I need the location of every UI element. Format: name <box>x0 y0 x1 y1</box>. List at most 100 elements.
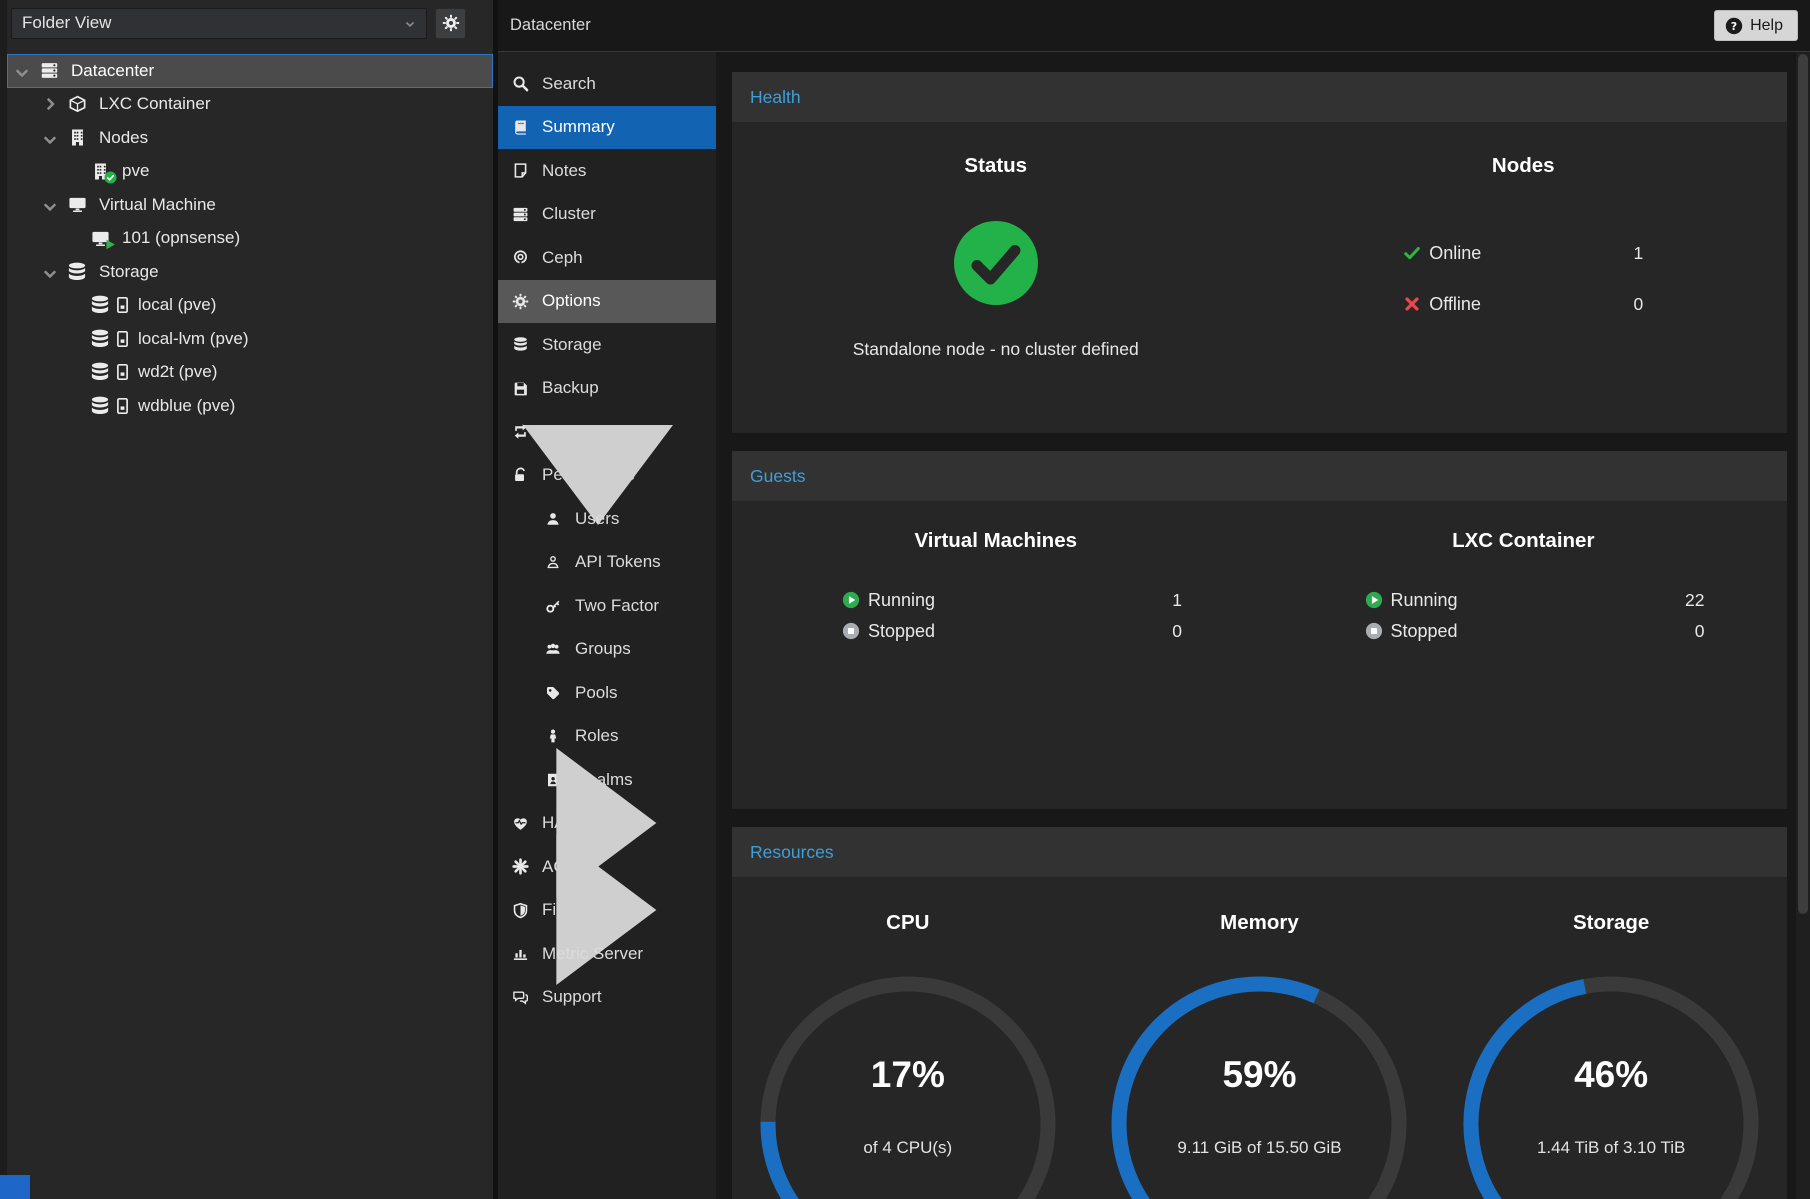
menu-item-permissions[interactable]: Permissions <box>498 454 716 498</box>
right-region: Datacenter ? Help SearchSummaryNotesClus… <box>498 0 1810 1199</box>
content-area: Health Status Standalone node - no clust… <box>716 52 1810 1199</box>
tree-item-label: local-lvm (pve) <box>138 329 249 349</box>
tree-item-label: Storage <box>99 262 159 282</box>
users-icon <box>543 640 563 658</box>
guests-panel-body: Virtual MachinesRunning1Stopped0LXC Cont… <box>732 501 1787 809</box>
gear-icon <box>442 14 460 32</box>
tree-item-nodes[interactable]: Nodes <box>7 121 493 155</box>
menu-item-groups[interactable]: Groups <box>498 628 716 672</box>
play-circle-icon <box>842 591 860 609</box>
expander-down-icon[interactable] <box>13 62 31 80</box>
cube-icon <box>63 95 91 114</box>
storage-icon <box>86 328 114 350</box>
menu-item-metric-server[interactable]: Metric Server <box>498 932 716 976</box>
database-icon <box>89 361 111 383</box>
menu-item-label: Ceph <box>542 248 583 268</box>
note-icon <box>510 162 530 180</box>
gauge-percent: 46% <box>1456 1054 1766 1096</box>
menu-item-support[interactable]: Support <box>498 976 716 1020</box>
database-icon <box>63 261 91 283</box>
stop-circle-icon <box>1365 622 1383 640</box>
guest-row-running: Running1 <box>842 587 1182 613</box>
tree-item-wd2t-pve[interactable]: wd2t (pve) <box>7 356 493 390</box>
guest-state-value: 1 <box>1172 590 1182 611</box>
health-panel: Health Status Standalone node - no clust… <box>732 72 1787 433</box>
menu-item-label: Two Factor <box>575 596 659 616</box>
guest-state-label: Running <box>1391 590 1458 611</box>
guests-panel-title: Guests <box>750 466 805 487</box>
gauge-cpu: CPU17%of 4 CPU(s) <box>732 877 1084 1199</box>
guests-column-virtual-machines: Virtual MachinesRunning1Stopped0 <box>732 501 1260 809</box>
guest-state-label: Stopped <box>868 621 935 642</box>
resource-gauges: CPU17%of 4 CPU(s)Memory59%9.11 GiB of 15… <box>732 877 1787 1199</box>
node-state-value: 1 <box>1634 243 1644 264</box>
menu-item-label: Options <box>542 291 601 311</box>
gauge-heading: Memory <box>1220 909 1299 937</box>
tree-item-local-lvm-pve[interactable]: local-lvm (pve) <box>7 322 493 356</box>
play-circle-icon <box>1365 591 1383 609</box>
building-icon <box>63 128 91 147</box>
tree-item-pve[interactable]: pve <box>7 155 493 189</box>
menu-item-storage[interactable]: Storage <box>498 323 716 367</box>
menu-item-ceph[interactable]: Ceph <box>498 236 716 280</box>
menu-item-label: Cluster <box>542 204 596 224</box>
expander-down-icon[interactable] <box>41 129 59 147</box>
nodes-column: Nodes Online1Offline0 <box>1260 122 1788 433</box>
svg-text:?: ? <box>1731 19 1737 32</box>
gauge-percent: 17% <box>753 1054 1063 1096</box>
menu-item-cluster[interactable]: Cluster <box>498 193 716 237</box>
gauge-percent: 59% <box>1104 1054 1414 1096</box>
menu-item-options[interactable]: Options <box>498 280 716 324</box>
menu-item-two-factor[interactable]: Two Factor <box>498 584 716 628</box>
menu-item-search[interactable]: Search <box>498 62 716 106</box>
health-panel-body: Status Standalone node - no cluster defi… <box>732 122 1787 433</box>
database-icon <box>510 336 530 354</box>
node-state-label: Offline <box>1429 294 1481 315</box>
proxmox-app: Folder View DatacenterLXC ContainerNodes… <box>0 0 1810 1199</box>
menu-item-pools[interactable]: Pools <box>498 671 716 715</box>
menu-item-summary[interactable]: Summary <box>498 106 716 150</box>
health-panel-title: Health <box>750 87 801 108</box>
scrollbar-thumb[interactable] <box>1798 54 1808 914</box>
tree-item-local-pve[interactable]: local (pve) <box>7 289 493 323</box>
resources-panel-body: CPU17%of 4 CPU(s)Memory59%9.11 GiB of 15… <box>732 877 1787 1199</box>
node-state-value: 0 <box>1634 294 1644 315</box>
expander-right-icon[interactable] <box>41 95 59 113</box>
play-badge-icon <box>104 238 117 251</box>
node-state-row-online: Online1 <box>1403 236 1643 270</box>
status-message: Standalone node - no cluster defined <box>732 339 1260 360</box>
tree-item-virtual-machine[interactable]: Virtual Machine <box>7 188 493 222</box>
menu-item-label: Notes <box>542 161 586 181</box>
health-panel-header: Health <box>732 72 1787 122</box>
drive-icon <box>115 397 130 415</box>
view-selector[interactable]: Folder View <box>11 8 427 39</box>
help-button-label: Help <box>1750 17 1783 35</box>
tree-item-datacenter[interactable]: Datacenter <box>7 54 493 88</box>
resource-tree-panel: Folder View DatacenterLXC ContainerNodes… <box>0 0 493 1199</box>
gauge: 17% of 4 CPU(s) <box>753 974 1063 1199</box>
expander-down-icon[interactable] <box>41 263 59 281</box>
tree-item-storage[interactable]: Storage <box>7 255 493 289</box>
guest-row-stopped: Stopped0 <box>1365 618 1705 644</box>
corner-accent <box>0 1175 30 1199</box>
tree-toolbar: Folder View <box>7 0 493 46</box>
chat-icon <box>510 988 530 1006</box>
guest-row-running: Running22 <box>1365 587 1705 613</box>
menu-item-users[interactable]: Users <box>498 497 716 541</box>
menu-item-label: Search <box>542 74 596 94</box>
status-heading: Status <box>732 154 1260 178</box>
tree-item-wdblue-pve[interactable]: wdblue (pve) <box>7 389 493 423</box>
check-badge-icon <box>104 171 117 184</box>
tree-settings-button[interactable] <box>435 8 466 39</box>
guest-state-value: 0 <box>1172 621 1182 642</box>
help-button[interactable]: ? Help <box>1714 10 1798 41</box>
menu-item-notes[interactable]: Notes <box>498 149 716 193</box>
gauge-caption: of 4 CPU(s) <box>753 1138 1063 1158</box>
tree-item-101-opnsense[interactable]: 101 (opnsense) <box>7 222 493 256</box>
cross-icon <box>1403 295 1421 313</box>
tree-item-lxc-container[interactable]: LXC Container <box>7 88 493 122</box>
content-scrollbar[interactable] <box>1796 52 1810 1199</box>
menu-item-api-tokens[interactable]: API Tokens <box>498 541 716 585</box>
menu-item-firewall[interactable]: Firewall <box>498 889 716 933</box>
expander-down-icon[interactable] <box>41 196 59 214</box>
